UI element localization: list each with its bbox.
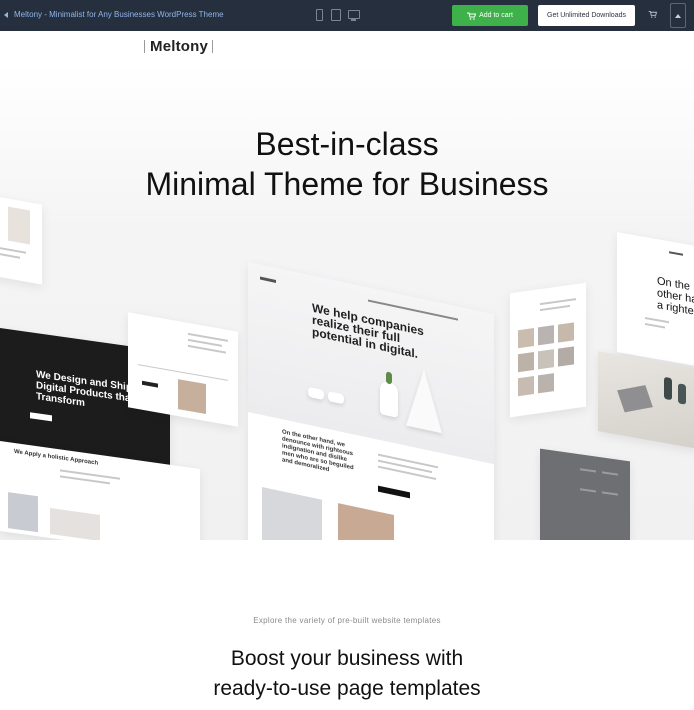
theme-title-link[interactable]: Meltony - Minimalist for Any Businesses … <box>14 10 224 19</box>
section-title-line-1: Boost your business with <box>230 647 464 670</box>
cart-plus-icon <box>467 12 477 20</box>
hero-title-line-1: Best-in-class <box>255 126 439 162</box>
mockup-dark-lower: We Apply a holistic Approach <box>0 440 200 540</box>
back-arrow-icon[interactable] <box>4 12 8 18</box>
section-title-line-2: ready-to-use page templates <box>213 677 481 700</box>
mockup-white-card <box>128 312 238 427</box>
collapse-bar-button[interactable] <box>670 3 686 28</box>
hero-title: Best-in-class Minimal Theme for Business <box>0 124 694 204</box>
mockup-team-grid <box>510 282 586 418</box>
logo-text: Meltony <box>150 38 209 55</box>
mockup-right-card: On the other hand, a righteous <box>617 232 694 368</box>
mobile-view-icon[interactable] <box>316 9 323 21</box>
desktop-view-icon[interactable] <box>348 10 360 21</box>
add-to-cart-button[interactable]: Add to cart <box>452 5 528 26</box>
section-subtitle: Explore the variety of pre-built website… <box>253 616 441 625</box>
mockup-main-card: We help companies realize their full pot… <box>248 262 494 540</box>
section-title: Boost your business with ready-to-use pa… <box>0 644 694 704</box>
preview-bar: Meltony - Minimalist for Any Businesses … <box>0 0 694 31</box>
cart-icon[interactable] <box>648 11 658 18</box>
site-logo[interactable]: Meltony <box>144 38 214 55</box>
mockup-desk-photo <box>598 351 694 449</box>
mockup-dark-heading: We Design and Ship Digital Products that… <box>36 369 134 409</box>
hero-title-line-2: Minimal Theme for Business <box>145 166 549 202</box>
logo-bar-right <box>212 40 214 53</box>
mockup-left-top <box>0 195 42 285</box>
add-to-cart-label: Add to cart <box>479 12 513 19</box>
mockup-right-heading: On the other hand, a righteous <box>657 275 694 321</box>
mockup-main-subheading: On the other hand, we denounce with righ… <box>282 429 354 474</box>
get-unlimited-downloads-button[interactable]: Get Unlimited Downloads <box>538 5 635 26</box>
mockup-dark-pricing <box>540 448 630 540</box>
hero-section: We Design and Ship Digital Products that… <box>0 64 694 540</box>
tablet-view-icon[interactable] <box>331 9 341 21</box>
